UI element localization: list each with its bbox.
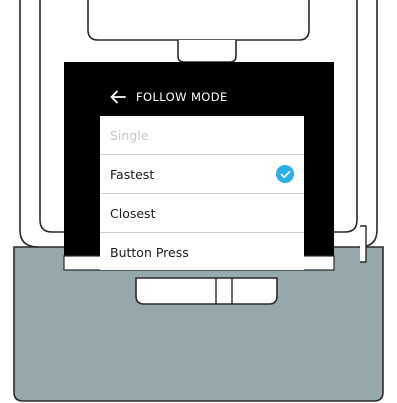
screen-title: FOLLOW MODE [136, 90, 228, 104]
screen-header: FOLLOW MODE [100, 78, 304, 116]
check-circle-icon [276, 165, 294, 183]
top-tab [177, 40, 237, 63]
device-right-casing [358, 0, 378, 248]
option-closest[interactable]: Closest [100, 194, 304, 232]
option-single: Single [100, 116, 304, 154]
option-label: Button Press [110, 244, 189, 260]
side-button [360, 225, 367, 263]
device-left-casing [19, 0, 39, 248]
option-fastest[interactable]: Fastest [100, 155, 304, 193]
device-screen: FOLLOW MODE Single Fastest Closest Butto… [100, 78, 304, 270]
bottom-connector [135, 277, 278, 305]
arrow-left-icon[interactable] [109, 88, 127, 106]
option-button-press[interactable]: Button Press [100, 233, 304, 270]
option-label: Closest [110, 205, 156, 221]
top-panel [87, 0, 310, 41]
option-label: Fastest [110, 166, 155, 182]
option-label: Single [110, 127, 149, 143]
